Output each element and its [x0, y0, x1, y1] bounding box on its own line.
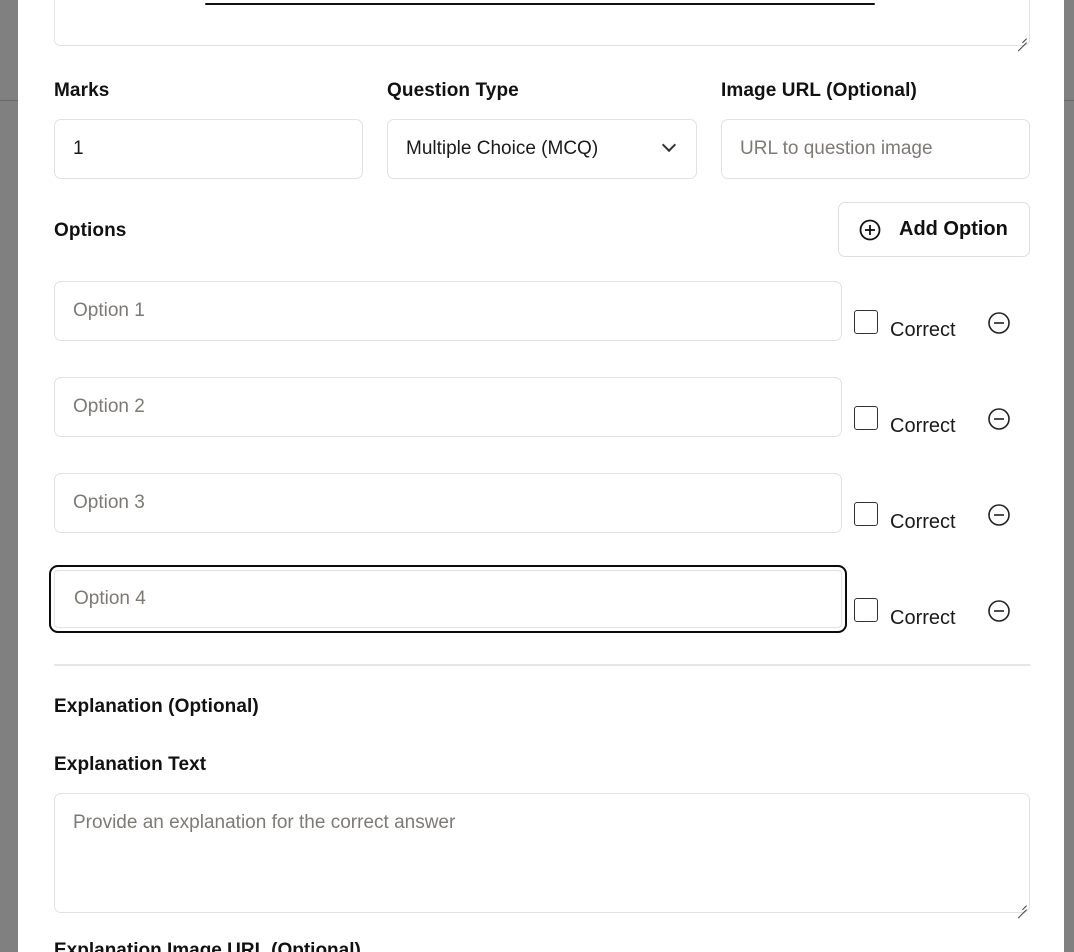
- resize-handle-icon[interactable]: [1017, 33, 1027, 43]
- minus-circle-icon[interactable]: [987, 503, 1011, 527]
- image-url-label: Image URL (Optional): [721, 80, 917, 101]
- option-1-input[interactable]: Option 1: [54, 281, 842, 341]
- section-divider: [54, 664, 1030, 666]
- image-url-placeholder: URL to question image: [740, 138, 933, 159]
- option-1-placeholder: Option 1: [73, 300, 145, 321]
- explanation-text-label: Explanation Text: [54, 754, 207, 775]
- add-option-label: Add Option: [899, 218, 1008, 240]
- add-option-button[interactable]: Add Option: [838, 202, 1030, 257]
- plus-circle-icon: [859, 219, 881, 240]
- option-4-correct-checkbox[interactable]: [854, 598, 878, 622]
- option-4-input[interactable]: Option 4: [49, 565, 847, 633]
- question-type-label: Question Type: [387, 80, 519, 101]
- explanation-textarea[interactable]: Provide an explanation for the correct a…: [54, 793, 1030, 913]
- chevron-down-icon: [661, 137, 677, 153]
- option-1-correct-checkbox[interactable]: [854, 310, 878, 334]
- option-3-correct-checkbox[interactable]: [854, 502, 878, 526]
- image-url-input[interactable]: URL to question image: [721, 119, 1030, 179]
- marks-value: 1: [73, 138, 84, 159]
- option-3-correct-label: Correct: [890, 511, 956, 533]
- option-3-placeholder: Option 3: [73, 492, 145, 513]
- option-4-correct-label: Correct: [890, 607, 956, 629]
- option-2-correct-label: Correct: [890, 415, 956, 437]
- option-1-correct-label: Correct: [890, 319, 956, 341]
- minus-circle-icon[interactable]: [987, 407, 1011, 431]
- explanation-placeholder: Provide an explanation for the correct a…: [73, 812, 456, 833]
- marks-input[interactable]: 1: [54, 119, 363, 179]
- options-label: Options: [54, 220, 127, 241]
- option-4-placeholder: Option 4: [74, 588, 146, 609]
- explanation-section-title: Explanation (Optional): [54, 696, 259, 717]
- question-type-select[interactable]: Multiple Choice (MCQ): [387, 119, 697, 179]
- option-3-input[interactable]: Option 3: [54, 473, 842, 533]
- minus-circle-icon[interactable]: [987, 311, 1011, 335]
- minus-circle-icon[interactable]: [987, 599, 1011, 623]
- marks-label: Marks: [54, 80, 110, 101]
- question-modal: Marks Question Type Image URL (Optional)…: [18, 0, 1064, 952]
- text-underline: [205, 3, 875, 5]
- explanation-image-url-label: Explanation Image URL (Optional): [54, 940, 361, 952]
- option-2-placeholder: Option 2: [73, 396, 145, 417]
- question-text-area[interactable]: [54, 0, 1030, 46]
- question-type-value: Multiple Choice (MCQ): [406, 138, 599, 159]
- option-2-correct-checkbox[interactable]: [854, 406, 878, 430]
- resize-handle-icon[interactable]: [1017, 900, 1027, 910]
- option-2-input[interactable]: Option 2: [54, 377, 842, 437]
